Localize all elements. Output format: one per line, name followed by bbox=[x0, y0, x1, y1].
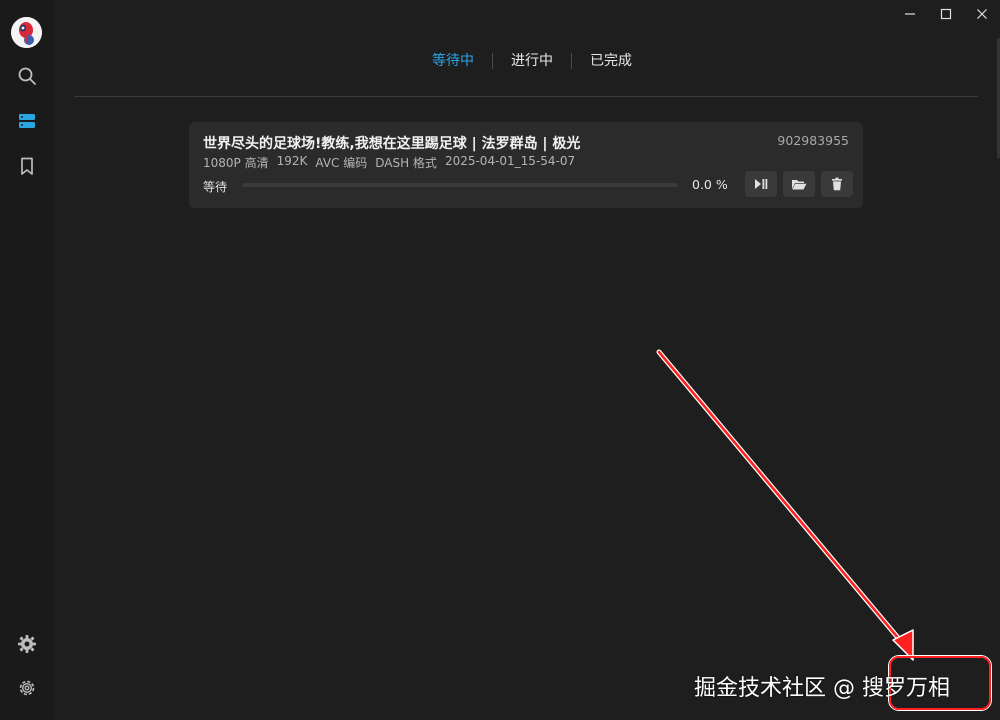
tab-completed[interactable]: 已完成 bbox=[572, 50, 650, 72]
delete-icon bbox=[832, 177, 842, 191]
play-pause-button[interactable] bbox=[745, 171, 777, 197]
gear-icon[interactable] bbox=[15, 676, 39, 700]
meta-quality: 1080P 高清 bbox=[203, 156, 269, 170]
watermark: 掘金技术社区 @ 搜罗万相 bbox=[694, 676, 950, 701]
play-pause-icon bbox=[755, 179, 768, 189]
meta-timestamp: 2025-04-01_15-54-07 bbox=[444, 154, 576, 168]
gear-alt-icon[interactable] bbox=[15, 632, 39, 656]
task-status: 等待 bbox=[203, 180, 228, 194]
maximize-icon[interactable] bbox=[928, 0, 964, 28]
meta-codec: AVC 编码 bbox=[315, 156, 368, 170]
tab-waiting[interactable]: 等待中 bbox=[414, 50, 492, 72]
task-title: 世界尽头的足球场!教练,我想在这里踢足球 | 法罗群岛 | 极光 bbox=[203, 136, 581, 152]
bookmark-icon[interactable] bbox=[15, 154, 39, 178]
open-folder-button[interactable] bbox=[783, 171, 815, 197]
meta-audio: 192K bbox=[276, 154, 308, 168]
search-icon[interactable] bbox=[15, 64, 39, 88]
download-list-icon[interactable] bbox=[15, 109, 39, 133]
download-task-card: 世界尽头的足球场!教练,我想在这里踢足球 | 法罗群岛 | 极光 9029839… bbox=[189, 122, 863, 208]
folder-open-icon bbox=[792, 180, 807, 190]
window-controls bbox=[892, 0, 1000, 28]
sidebar bbox=[0, 0, 54, 720]
task-id: 902983955 bbox=[777, 133, 849, 148]
avatar-image bbox=[11, 17, 42, 48]
minimize-icon[interactable] bbox=[892, 0, 928, 28]
delete-button[interactable] bbox=[821, 171, 853, 197]
close-icon[interactable] bbox=[964, 0, 1000, 28]
progress-percent: 0.0 % bbox=[692, 177, 728, 192]
app-window: 等待中 进行中 已完成 世界尽头的足球场!教练,我想在这里踢足球 | 法罗群岛 … bbox=[0, 0, 1000, 720]
status-tabs: 等待中 进行中 已完成 bbox=[414, 50, 650, 72]
task-meta: 1080P 高清 192K AVC 编码 DASH 格式 2025-04-01_… bbox=[203, 154, 575, 171]
avatar[interactable] bbox=[11, 17, 42, 48]
tab-in-progress[interactable]: 进行中 bbox=[493, 50, 571, 72]
meta-format: DASH 格式 bbox=[375, 156, 437, 170]
tabs-divider bbox=[74, 96, 978, 97]
annotation-arrow bbox=[656, 349, 914, 661]
progress-bar bbox=[242, 183, 678, 187]
